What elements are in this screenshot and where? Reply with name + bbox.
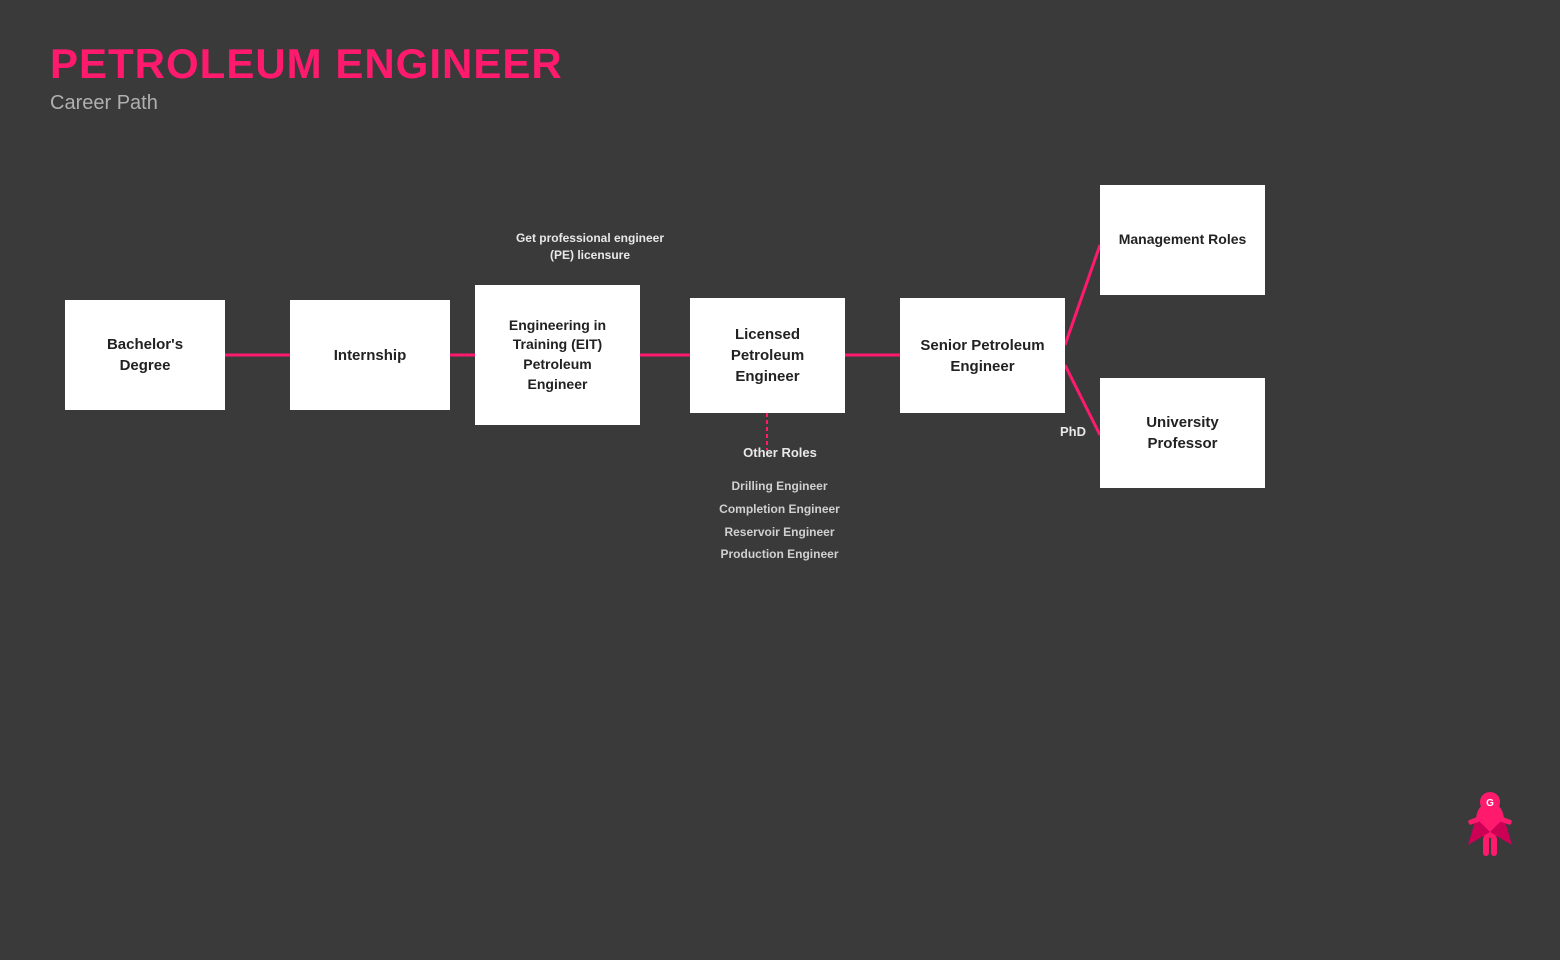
other-roles-list: Drilling Engineer Completion Engineer Re…: [692, 475, 867, 566]
pe-licensure-label: Get professional engineer(PE) licensure: [490, 230, 690, 264]
phd-label: PhD: [1060, 424, 1086, 439]
svg-text:G: G: [1486, 798, 1494, 809]
management-box: Management Roles: [1100, 185, 1265, 295]
mascot-icon: G: [1460, 790, 1520, 870]
bachelors-box: Bachelor'sDegree: [65, 300, 225, 410]
diagram-area: Bachelor'sDegree Internship Engineering …: [0, 130, 1560, 910]
eit-box: Engineering inTraining (EIT)PetroleumEng…: [475, 285, 640, 425]
professor-box: UniversityProfessor: [1100, 378, 1265, 488]
internship-box: Internship: [290, 300, 450, 410]
senior-box: Senior PetroleumEngineer: [900, 298, 1065, 413]
header: PETROLEUM ENGINEER Career Path: [0, 0, 1560, 115]
other-roles-title: Other Roles: [700, 445, 860, 460]
page-title: PETROLEUM ENGINEER: [50, 40, 1510, 88]
licensed-box: LicensedPetroleumEngineer: [690, 298, 845, 413]
page-subtitle: Career Path: [50, 92, 1510, 115]
